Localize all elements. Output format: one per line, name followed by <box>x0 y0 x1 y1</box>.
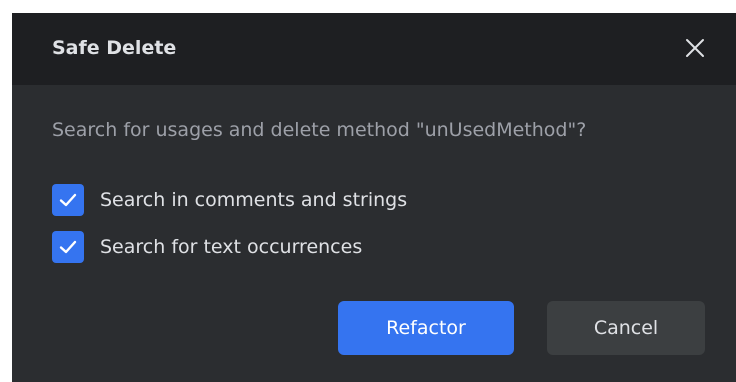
search-comments-strings-option[interactable]: Search in comments and strings <box>52 183 407 217</box>
search-comments-strings-checkbox[interactable] <box>52 184 84 216</box>
search-comments-strings-label: Search in comments and strings <box>100 189 408 211</box>
dialog-prompt: Search for usages and delete method "unU… <box>52 119 587 141</box>
checkmark-icon <box>59 193 77 207</box>
safe-delete-dialog: Safe Delete Search for usages and delete… <box>12 13 736 382</box>
search-text-occurrences-option[interactable]: Search for text occurrences <box>52 230 362 264</box>
cancel-button[interactable]: Cancel <box>547 301 705 355</box>
search-text-occurrences-label: Search for text occurrences <box>100 236 363 258</box>
dialog-title-bar: Safe Delete <box>12 13 736 85</box>
refactor-button[interactable]: Refactor <box>338 301 514 355</box>
search-text-occurrences-checkbox[interactable] <box>52 231 84 263</box>
close-icon[interactable] <box>683 36 707 60</box>
checkmark-icon <box>59 240 77 254</box>
dialog-title: Safe Delete <box>52 37 177 59</box>
